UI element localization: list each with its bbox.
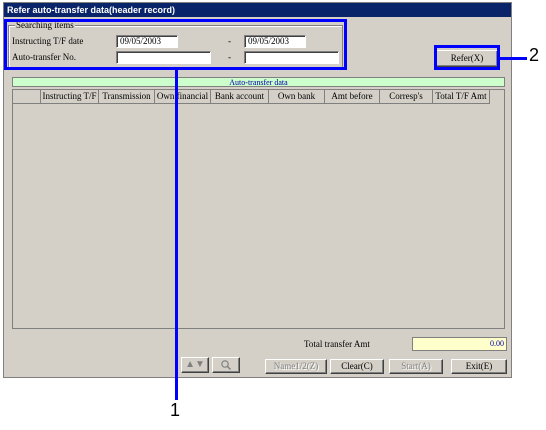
col-header-instructing[interactable]: Instructing T/F bbox=[41, 90, 99, 104]
col-header-total-tf-amt[interactable]: Total T/F Amt bbox=[433, 90, 490, 104]
callout-number-2: 2 bbox=[529, 45, 540, 65]
col-header-select[interactable] bbox=[13, 90, 41, 104]
clear-button[interactable]: Clear(C) bbox=[330, 359, 384, 374]
callout-number-1: 1 bbox=[170, 400, 181, 420]
auto-transfer-data-title: Auto-transfer data bbox=[12, 77, 505, 87]
col-header-corresps[interactable]: Corresp's bbox=[380, 90, 433, 104]
total-transfer-label: Total transfer Amt bbox=[304, 339, 370, 349]
name-toggle-button[interactable]: Name1/2(Z) bbox=[265, 359, 327, 374]
table-header-row: Instructing T/F Transmission Own financi… bbox=[13, 90, 490, 104]
refer-button-highlight bbox=[434, 45, 500, 70]
window-title: Refer auto-transfer data(header record) bbox=[4, 3, 511, 17]
col-header-own-financial[interactable]: Own financial bbox=[155, 90, 211, 104]
col-header-own-bank[interactable]: Own bank bbox=[269, 90, 325, 104]
col-header-transmission[interactable]: Transmission bbox=[99, 90, 155, 104]
search-area-highlight bbox=[4, 19, 347, 70]
total-transfer-value: 0.00 bbox=[412, 337, 507, 351]
sort-button[interactable]: ▲▼ bbox=[181, 357, 209, 373]
auto-transfer-table[interactable]: Instructing T/F Transmission Own financi… bbox=[12, 89, 505, 329]
up-down-arrows-icon: ▲▼ bbox=[185, 359, 205, 370]
start-button[interactable]: Start(A) bbox=[389, 359, 443, 374]
callout-line-2 bbox=[500, 57, 527, 60]
col-header-amt-before[interactable]: Amt before bbox=[325, 90, 380, 104]
callout-line-1 bbox=[175, 70, 178, 400]
exit-button[interactable]: Exit(E) bbox=[451, 359, 507, 374]
col-header-bank-account[interactable]: Bank account bbox=[211, 90, 269, 104]
search-button[interactable] bbox=[212, 357, 240, 373]
magnifier-icon bbox=[221, 360, 232, 371]
